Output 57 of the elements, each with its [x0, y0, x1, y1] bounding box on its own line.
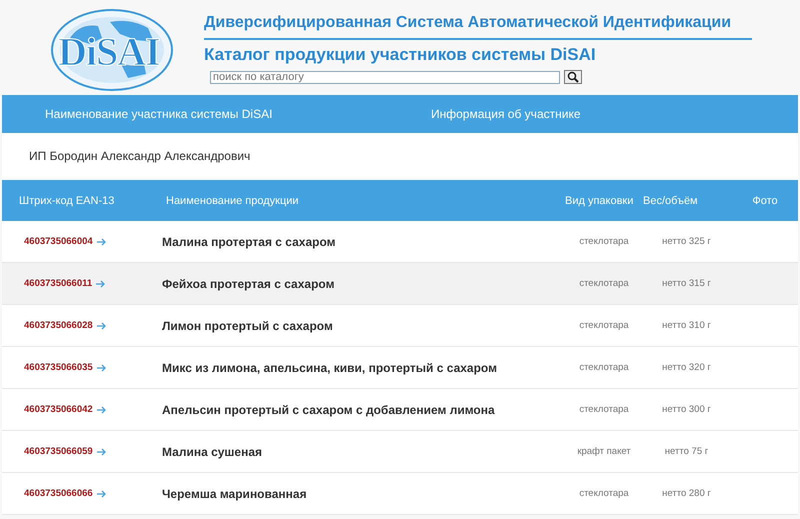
arrow-icon [96, 448, 107, 456]
globe-icon [50, 8, 174, 92]
table-row[interactable]: 4603735066028 Лимон протертый с сахаром стеклотара нетто 310 г [2, 305, 798, 347]
weight: нетто 325 г [661, 236, 712, 247]
table-row[interactable]: 4603735066011 Фейхоа протертая с сахаром стеклотара нетто 315 г [2, 263, 798, 305]
barcode-link[interactable]: 4603735066035 [24, 362, 93, 373]
product-name: Малина протертая с сахаром [162, 234, 337, 248]
package-type: стеклотара [578, 404, 630, 415]
table-row[interactable]: 4603735066066 Черемша маринованная стеклотара нетто 280 г [2, 473, 798, 515]
catalog-title: Каталог продукции участников системы DiSAI [204, 45, 597, 65]
column-header: Вид упаковки [565, 194, 634, 206]
barcode-link[interactable]: 4603735066066 [24, 488, 93, 499]
barcode-link[interactable]: 4603735066042 [24, 404, 93, 415]
column-header: Наименование продукции [165, 194, 300, 206]
table-row[interactable]: 4603735066042 Апельсин протертый с сахаром с добавлением лимона стеклотара нетто 300 г [2, 389, 798, 431]
product-name: Малина сушеная [162, 444, 264, 458]
barcode-link[interactable]: 4603735066059 [24, 446, 93, 457]
logo-text: DiSAI [58, 28, 160, 75]
package-type: стеклотара [578, 362, 630, 373]
table-row[interactable]: 4603735066059 Малина сушеная крафт пакет нетто 75 г [2, 431, 798, 473]
arrow-icon [96, 238, 107, 246]
search-button[interactable] [564, 70, 582, 84]
column-header: Штрих-код EAN-13 [18, 194, 116, 206]
table-row[interactable]: 4603735066035 Микс из лимона, апельсина, киви, протертый с сахаром стеклотара нетто 320 г [2, 347, 798, 389]
package-type: стеклотара [578, 278, 630, 289]
weight: нетто 310 г [661, 320, 712, 331]
package-type: стеклотара [578, 488, 630, 499]
weight: нетто 300 г [661, 404, 712, 415]
weight: нетто 280 г [661, 488, 712, 499]
arrow-icon [96, 490, 107, 498]
column-header: Информация об участнике [431, 107, 580, 121]
barcode-link[interactable]: 4603735066011 [24, 278, 92, 289]
table-row[interactable]: 4603735066004 Малина протертая с сахаром стеклотара нетто 325 г [2, 221, 798, 263]
package-type: стеклотара [578, 236, 630, 247]
package-type: крафт пакет [576, 446, 632, 457]
search-field[interactable]: поиск по каталогу [210, 70, 560, 84]
search-icon [567, 71, 579, 83]
weight: нетто 320 г [661, 362, 712, 373]
column-header: Вес/объём [643, 194, 699, 206]
column-header: Фото [751, 194, 779, 206]
arrow-icon [96, 406, 107, 414]
product-name: Черемша маринованная [162, 486, 308, 500]
arrow-icon [96, 322, 107, 330]
weight: нетто 315 г [661, 278, 712, 289]
product-name: Фейхоа протертая с сахаром [162, 276, 336, 290]
weight: нетто 75 г [664, 446, 710, 457]
participant-name: ИП Бородин Александр Александрович [29, 148, 250, 162]
barcode-link[interactable]: 4603735066004 [24, 236, 93, 247]
product-name: Апельсин протертый с сахаром с добавлением лимона [162, 402, 496, 416]
product-name: Микс из лимона, апельсина, киви, протертый с сахаром [162, 360, 498, 374]
arrow-icon [96, 280, 106, 288]
site-title: Диверсифицированная Система Автоматической Идентификации [204, 0, 752, 40]
arrow-icon [96, 364, 107, 372]
column-header: Наименование участника системы DiSAI [45, 107, 274, 121]
package-type: стеклотара [578, 320, 630, 331]
barcode-link[interactable]: 4603735066028 [24, 320, 93, 331]
product-name: Лимон протертый с сахаром [162, 318, 334, 332]
